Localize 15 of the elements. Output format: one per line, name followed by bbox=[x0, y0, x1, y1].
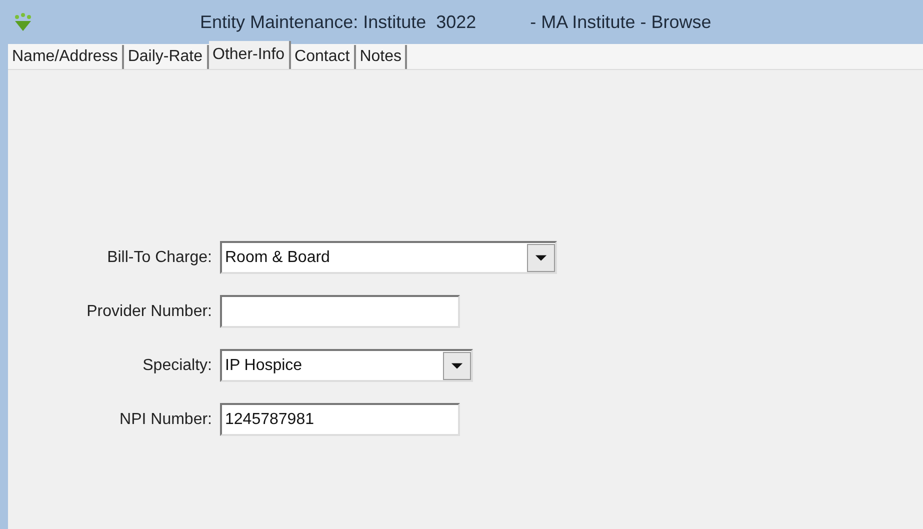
field-label: NPI Number: bbox=[118, 410, 213, 430]
field-label: Specialty: bbox=[142, 356, 213, 376]
tab[interactable]: Contact bbox=[290, 45, 356, 69]
input-field[interactable] bbox=[220, 295, 460, 328]
dropdown[interactable]: IP Hospice bbox=[220, 349, 473, 382]
input-field[interactable]: 1245787981 bbox=[220, 403, 460, 436]
field-label: Bill-To Charge: bbox=[106, 248, 213, 268]
window-title: Entity Maintenance: Institute 3022 bbox=[200, 10, 476, 34]
tab[interactable]: Other-Info bbox=[208, 41, 291, 69]
window-subtitle: - MA Institute - Browse bbox=[530, 10, 712, 34]
dropdown[interactable]: Room & Board bbox=[220, 241, 557, 274]
tab[interactable]: Notes bbox=[356, 45, 408, 69]
field-label: Provider Number: bbox=[86, 302, 213, 322]
tab[interactable]: Name/Address bbox=[8, 45, 124, 69]
logo-icon bbox=[13, 12, 33, 32]
